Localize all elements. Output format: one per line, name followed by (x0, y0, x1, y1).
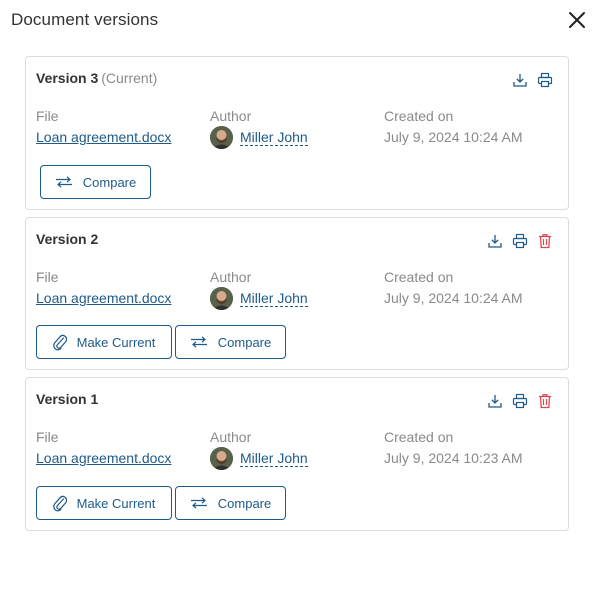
current-badge: (Current) (101, 70, 158, 86)
download-button[interactable] (487, 393, 503, 409)
version-card: Version 3 (Current) File Author Created o… (25, 56, 569, 210)
download-button[interactable] (487, 233, 503, 249)
author-link[interactable]: Miller John (240, 129, 308, 146)
delete-icon (539, 394, 551, 409)
compare-button[interactable]: Compare (40, 165, 151, 199)
version-card: Version 2 File Author Created on Loan ag… (25, 217, 569, 370)
created-on-value: July 9, 2024 10:24 AM (384, 129, 523, 145)
download-icon (513, 74, 527, 87)
make-current-label: Make Current (76, 495, 156, 511)
make-current-button[interactable]: Make Current (36, 486, 172, 520)
version-title: Version 3 (Current) (36, 70, 158, 86)
print-button[interactable] (512, 233, 528, 249)
make-current-button[interactable]: Make Current (36, 325, 172, 359)
version-title: Version 2 (36, 231, 99, 247)
version-actions (487, 233, 553, 251)
paperclip-icon (52, 495, 67, 512)
created-on-label: Created on (384, 108, 454, 124)
created-on-value: July 9, 2024 10:24 AM (384, 290, 523, 306)
file-link[interactable]: Loan agreement.docx (36, 450, 171, 466)
author: Miller John (210, 447, 308, 470)
download-icon (488, 235, 502, 248)
version-title: Version 1 (36, 391, 99, 407)
author-label: Author (210, 108, 252, 124)
created-on-label: Created on (384, 269, 454, 285)
make-current-label: Make Current (76, 334, 156, 350)
close-button[interactable] (567, 10, 587, 30)
author-label: Author (210, 429, 252, 445)
swap-arrows-icon (55, 176, 72, 188)
download-icon (488, 395, 502, 408)
compare-label: Compare (82, 174, 137, 190)
author-label: Author (210, 269, 252, 285)
swap-arrows-icon (190, 497, 207, 509)
version-actions (487, 393, 553, 411)
delete-button[interactable] (537, 393, 553, 409)
version-actions (512, 72, 553, 90)
version-card: Version 1 File Author Created on Loan ag… (25, 377, 569, 531)
print-button[interactable] (537, 72, 553, 88)
compare-button[interactable]: Compare (175, 325, 286, 359)
compare-label: Compare (217, 334, 272, 350)
author-link[interactable]: Miller John (240, 450, 308, 467)
download-button[interactable] (512, 72, 528, 88)
compare-label: Compare (217, 495, 272, 511)
avatar (210, 447, 233, 470)
avatar (210, 287, 233, 310)
author: Miller John (210, 287, 308, 310)
file-link[interactable]: Loan agreement.docx (36, 290, 171, 306)
print-icon (512, 393, 528, 409)
author-link[interactable]: Miller John (240, 290, 308, 307)
file-link[interactable]: Loan agreement.docx (36, 129, 171, 145)
author: Miller John (210, 126, 308, 149)
file-label: File (36, 429, 59, 445)
avatar (210, 126, 233, 149)
swap-arrows-icon (190, 336, 207, 348)
created-on-label: Created on (384, 429, 454, 445)
created-on-value: July 9, 2024 10:23 AM (384, 450, 523, 466)
file-label: File (36, 108, 59, 124)
close-icon (569, 12, 585, 28)
compare-button[interactable]: Compare (175, 486, 286, 520)
delete-icon (539, 234, 551, 249)
dialog-header: Document versions (0, 0, 593, 40)
file-label: File (36, 269, 59, 285)
print-icon (512, 233, 528, 249)
print-button[interactable] (512, 393, 528, 409)
delete-button[interactable] (537, 233, 553, 249)
dialog-title: Document versions (11, 10, 159, 29)
paperclip-icon (52, 334, 67, 351)
print-icon (537, 72, 553, 88)
